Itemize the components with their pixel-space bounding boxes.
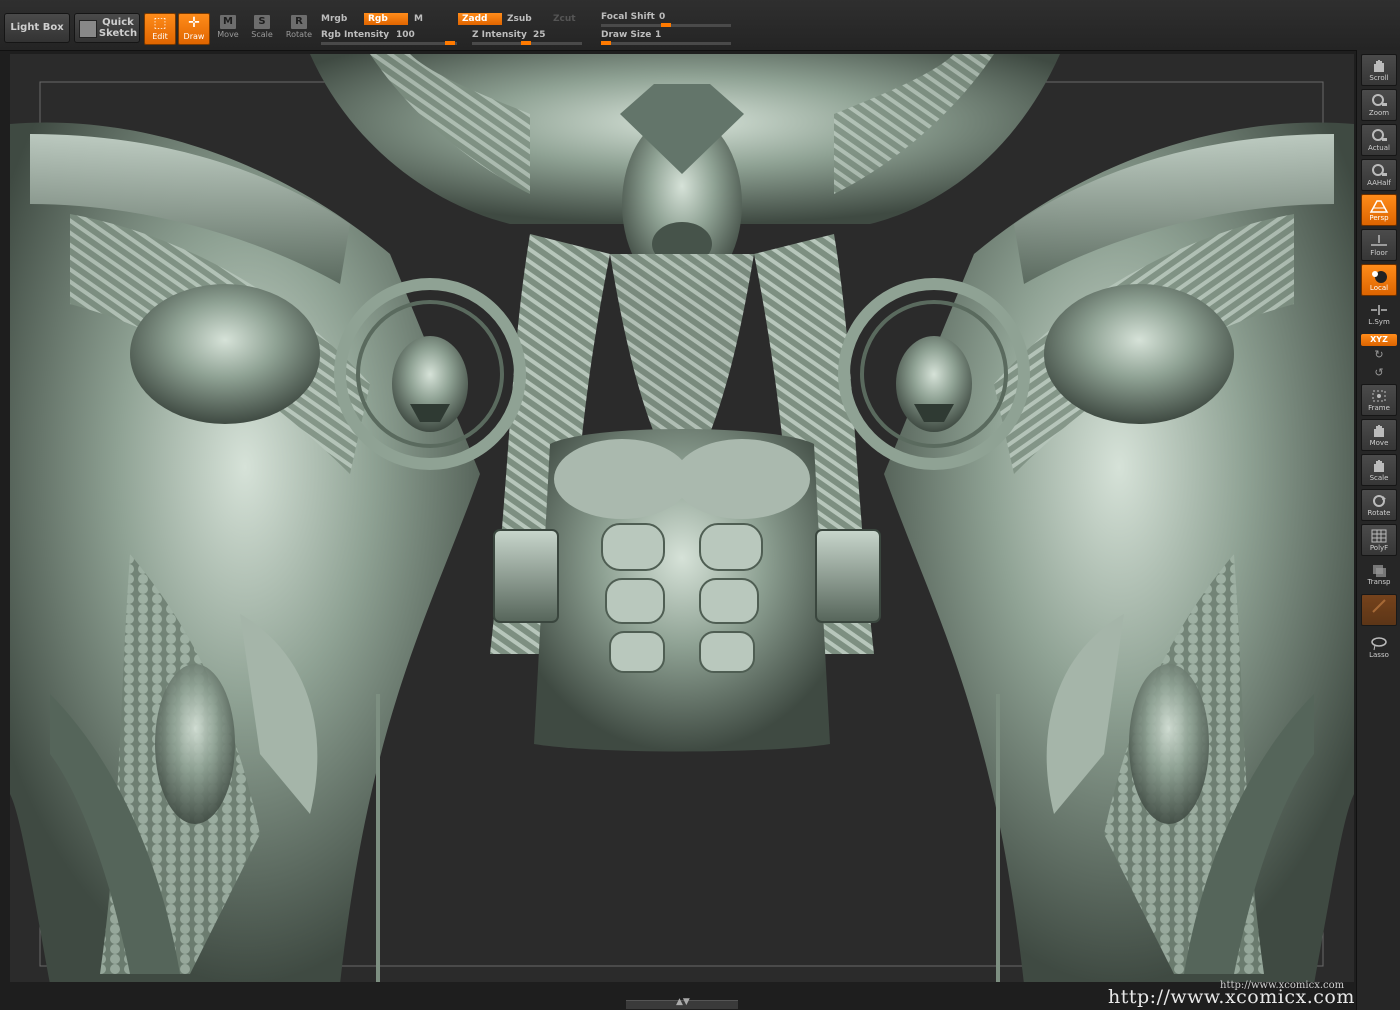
focal-shift-label: Focal Shift xyxy=(601,12,655,22)
scale-button[interactable]: S Scale xyxy=(246,13,278,45)
tray-arrows-icon: ▲▼ xyxy=(676,997,690,1007)
ghost-button[interactable] xyxy=(1361,594,1397,626)
rotate-view-button[interactable]: Rotate xyxy=(1361,489,1397,521)
persp-label: Persp xyxy=(1369,214,1389,222)
edit-button[interactable]: ⬚ Edit xyxy=(144,13,176,45)
focal-shift-knob[interactable] xyxy=(661,23,671,27)
actual-label: Actual xyxy=(1368,144,1390,152)
local-label: Local xyxy=(1369,284,1389,292)
scroll-button[interactable]: Scroll xyxy=(1361,54,1397,86)
zadd-toggle[interactable]: Zadd xyxy=(458,13,502,25)
lsym-label: L.Sym xyxy=(1368,318,1390,326)
lasso-icon xyxy=(1371,637,1387,651)
frame-label: Frame xyxy=(1368,404,1390,412)
floor-icon xyxy=(1371,235,1387,246)
mrgb-toggle[interactable]: Mrgb xyxy=(321,14,347,24)
move-button[interactable]: M Move xyxy=(212,13,244,45)
quick-sketch-label: Quick Sketch xyxy=(97,17,139,39)
perspective-icon xyxy=(1369,200,1389,213)
xyz-toggle[interactable]: XYZ xyxy=(1361,334,1397,346)
scroll-label: Scroll xyxy=(1369,74,1389,82)
lasso-label: Lasso xyxy=(1369,651,1389,659)
persp-button[interactable]: Persp xyxy=(1361,194,1397,226)
actual-button[interactable]: Actual xyxy=(1361,124,1397,156)
rotate-button[interactable]: R Rotate xyxy=(283,13,315,45)
z-intensity-label: Z Intensity xyxy=(472,30,527,40)
scale-icon: S xyxy=(254,15,270,29)
move-icon: M xyxy=(220,15,236,29)
rgb-intensity-value: 100 xyxy=(396,30,415,40)
aahalf-button[interactable]: AAHalf xyxy=(1361,159,1397,191)
light-box-button[interactable]: Light Box xyxy=(4,13,70,43)
bottom-tray-handle[interactable]: ▲▼ xyxy=(626,997,738,1009)
draw-size-label: Draw Size xyxy=(601,30,652,40)
polyf-button[interactable]: PolyF xyxy=(1361,524,1397,556)
actual-size-icon xyxy=(1372,129,1387,141)
rgb-intensity-knob[interactable] xyxy=(445,41,455,45)
rotate-view-label: Rotate xyxy=(1367,509,1391,517)
z-intensity-value: 25 xyxy=(533,30,546,40)
rotate-z-icon[interactable]: ↺ xyxy=(1369,366,1389,380)
floor-label: Floor xyxy=(1370,249,1388,257)
frame-button[interactable]: Frame xyxy=(1361,384,1397,416)
zoom-icon xyxy=(1372,94,1387,106)
rgb-toggle[interactable]: Rgb xyxy=(364,13,408,25)
zoom-label: Zoom xyxy=(1368,109,1390,117)
draw-button[interactable]: ✛ Draw xyxy=(178,13,210,45)
canvas-viewport[interactable] xyxy=(10,54,1354,982)
rotate-label: Rotate xyxy=(285,30,313,39)
m-toggle[interactable]: M xyxy=(414,14,423,24)
polyf-label: PolyF xyxy=(1369,544,1389,552)
draw-size-slider[interactable] xyxy=(601,42,731,45)
transp-button[interactable]: Transp xyxy=(1361,559,1397,591)
transparency-icon xyxy=(1373,565,1386,577)
watermark-big: http://www.xcomicx.com xyxy=(1108,986,1355,1008)
rotate-view-icon xyxy=(1373,495,1386,507)
zoom-button[interactable]: Zoom xyxy=(1361,89,1397,121)
quick-sketch-icon xyxy=(79,20,97,38)
sculpted-model xyxy=(10,54,1354,982)
quick-sketch-line1: Quick xyxy=(102,17,134,28)
draw-size-knob[interactable] xyxy=(601,41,611,45)
rgb-intensity-label: Rgb Intensity xyxy=(321,30,390,40)
edit-label: Edit xyxy=(152,32,168,41)
zcut-toggle[interactable]: Zcut xyxy=(553,14,576,24)
floor-button[interactable]: Floor xyxy=(1361,229,1397,261)
draw-label: Draw xyxy=(183,32,205,41)
quick-sketch-line2: Sketch xyxy=(98,28,138,39)
zsub-toggle[interactable]: Zsub xyxy=(507,14,532,24)
move-view-button[interactable]: Move xyxy=(1361,419,1397,451)
polyframe-icon xyxy=(1371,529,1387,543)
rgb-intensity-slider[interactable] xyxy=(321,42,457,45)
move-view-label: Move xyxy=(1369,439,1389,447)
edit-icon: ⬚ xyxy=(153,15,167,31)
rotate-y-icon[interactable]: ↻ xyxy=(1369,348,1389,362)
ghost-icon xyxy=(1372,599,1386,613)
symmetry-icon xyxy=(1371,305,1387,315)
scale-view-icon xyxy=(1374,460,1384,472)
z-intensity-knob[interactable] xyxy=(521,41,531,45)
draw-size-value: 1 xyxy=(655,30,662,40)
frame-icon xyxy=(1372,390,1386,402)
scale-view-button[interactable]: Scale xyxy=(1361,454,1397,486)
scale-view-label: Scale xyxy=(1369,474,1389,482)
lsym-button[interactable]: L.Sym xyxy=(1361,299,1397,331)
draw-icon: ✛ xyxy=(188,15,200,31)
move-label: Move xyxy=(217,30,239,39)
local-button[interactable]: Local xyxy=(1361,264,1397,296)
local-icon xyxy=(1372,271,1387,283)
aahalf-icon xyxy=(1372,164,1387,176)
hand-move-icon xyxy=(1374,425,1384,437)
top-toolbar: Light Box Quick Sketch ⬚ Edit ✛ Draw M M… xyxy=(0,0,1400,51)
aahalf-label: AAHalf xyxy=(1367,179,1391,187)
right-shelf: Scroll Zoom Actual AAHalf Persp Floor Lo… xyxy=(1356,50,1400,1010)
hand-icon xyxy=(1374,60,1384,72)
quick-sketch-button[interactable]: Quick Sketch xyxy=(74,13,140,43)
rotate-icon: R xyxy=(291,15,307,29)
lasso-button[interactable]: Lasso xyxy=(1361,632,1397,664)
scale-label: Scale xyxy=(251,30,273,39)
focal-shift-value: 0 xyxy=(659,12,666,22)
transp-label: Transp xyxy=(1367,578,1391,586)
